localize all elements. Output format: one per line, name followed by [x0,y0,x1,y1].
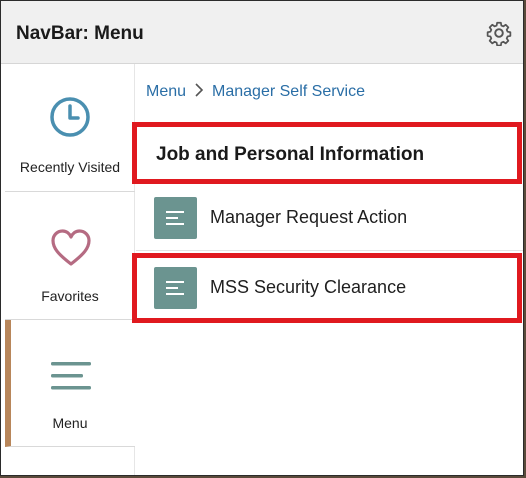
highlight-box-section [132,122,522,184]
navbar-sidebar: Recently Visited Favorites Menu [5,64,135,475]
sidebar-item-menu[interactable]: Menu [5,320,135,447]
heart-icon [51,229,91,266]
navbar-panel: NavBar: Menu Recently Visited Favorites [0,0,524,476]
sidebar-item-label: Favorites [41,288,99,304]
breadcrumb: Menu Manager Self Service [146,83,365,101]
chevron-right-icon [194,83,204,101]
navbar-header: NavBar: Menu [1,1,523,64]
tile-list-icon [154,197,197,239]
highlight-box-mss-security-clearance [132,253,522,323]
breadcrumb-root-link[interactable]: Menu [146,83,186,100]
breadcrumb-current-link[interactable]: Manager Self Service [212,83,365,100]
list-item-label: Manager Request Action [210,207,408,227]
navbar-title: NavBar: Menu [16,23,144,44]
sidebar-item-favorites[interactable]: Favorites [5,192,135,320]
list-item-manager-request-action[interactable]: Manager Request Action [136,185,523,251]
sidebar-item-recently-visited[interactable]: Recently Visited [5,64,135,192]
sidebar-item-label: Recently Visited [19,159,121,175]
gear-icon[interactable] [486,20,512,46]
clock-icon [50,97,90,137]
menu-lines-icon [51,362,91,390]
sidebar-item-label: Menu [52,415,88,431]
